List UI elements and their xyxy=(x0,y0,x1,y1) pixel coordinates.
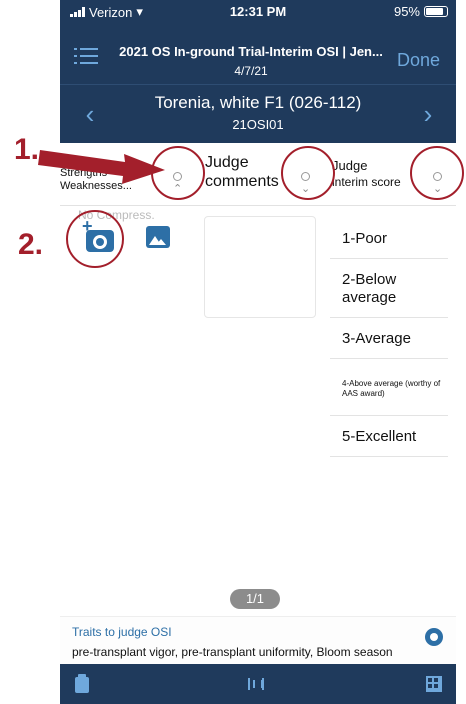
annotation-arrow xyxy=(38,150,165,184)
annotation-label-1: 1. xyxy=(14,133,40,166)
annotation-circle xyxy=(66,210,124,268)
annotation-circle xyxy=(281,146,335,200)
annotation-circle xyxy=(151,146,205,200)
annotation-circle xyxy=(410,146,464,200)
annotation-label-2: 2. xyxy=(18,228,44,261)
